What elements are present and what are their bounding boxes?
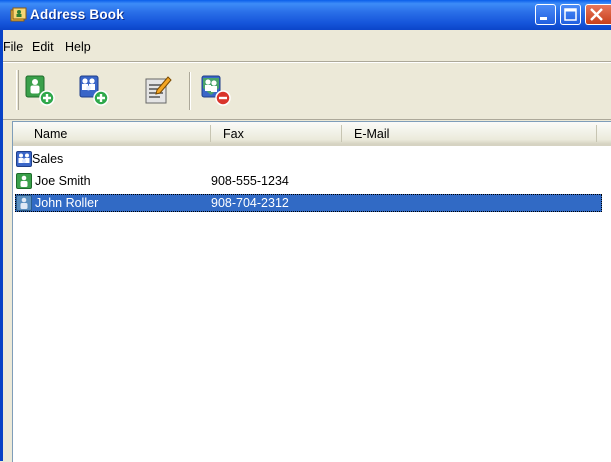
- menu-divider-highlight: [3, 62, 611, 63]
- toolbar-grip[interactable]: [16, 70, 19, 110]
- toolbar-separator: [189, 72, 191, 110]
- column-header-name[interactable]: Name: [34, 127, 67, 141]
- close-button[interactable]: [585, 4, 611, 25]
- contact-name: Joe Smith: [35, 174, 91, 188]
- menu-file[interactable]: File: [3, 40, 23, 54]
- add-group-button[interactable]: [77, 73, 113, 109]
- list-header: Name Fax E-Mail: [13, 122, 611, 146]
- close-icon: [590, 8, 603, 21]
- contact-name: John Roller: [35, 196, 99, 210]
- column-header-email[interactable]: E-Mail: [354, 127, 389, 141]
- contact-fax: 908-704-2312: [211, 196, 289, 210]
- minimize-button[interactable]: [535, 4, 556, 25]
- window-title: Address Book: [30, 7, 124, 22]
- add-contact-button[interactable]: [23, 73, 59, 109]
- title-bar[interactable]: Address Book: [0, 0, 611, 30]
- column-divider[interactable]: [341, 125, 342, 142]
- list-row-john-roller[interactable]: John Roller 908-704-2312: [15, 194, 602, 212]
- contact-icon: [16, 195, 32, 211]
- list-row-sales[interactable]: Sales: [15, 150, 602, 168]
- menu-edit[interactable]: Edit: [32, 40, 54, 54]
- contacts-list[interactable]: Name Fax E-Mail Sales Joe Smith 908-555-…: [12, 121, 611, 462]
- delete-icon: [201, 75, 231, 106]
- maximize-button[interactable]: [560, 4, 581, 25]
- column-divider[interactable]: [210, 125, 211, 142]
- address-book-window: Address Book File Edit Help Name Fax E-M…: [0, 0, 611, 462]
- toolbar-divider: [3, 119, 611, 120]
- toolbar: [3, 64, 611, 118]
- maximize-icon: [564, 8, 577, 21]
- address-book-icon: [10, 7, 27, 22]
- column-divider[interactable]: [596, 125, 597, 142]
- minimize-icon: [540, 17, 547, 20]
- contact-icon: [16, 173, 32, 189]
- add-contact-icon: [25, 75, 55, 106]
- add-group-icon: [79, 75, 109, 106]
- group-icon: [16, 151, 32, 167]
- edit-button[interactable]: [140, 73, 176, 109]
- edit-icon: [145, 76, 172, 104]
- contact-fax: 908-555-1234: [211, 174, 289, 188]
- menu-help[interactable]: Help: [65, 40, 91, 54]
- column-header-fax[interactable]: Fax: [223, 127, 244, 141]
- list-row-joe-smith[interactable]: Joe Smith 908-555-1234: [15, 172, 602, 190]
- delete-button[interactable]: [199, 73, 235, 109]
- contact-name: Sales: [32, 152, 64, 166]
